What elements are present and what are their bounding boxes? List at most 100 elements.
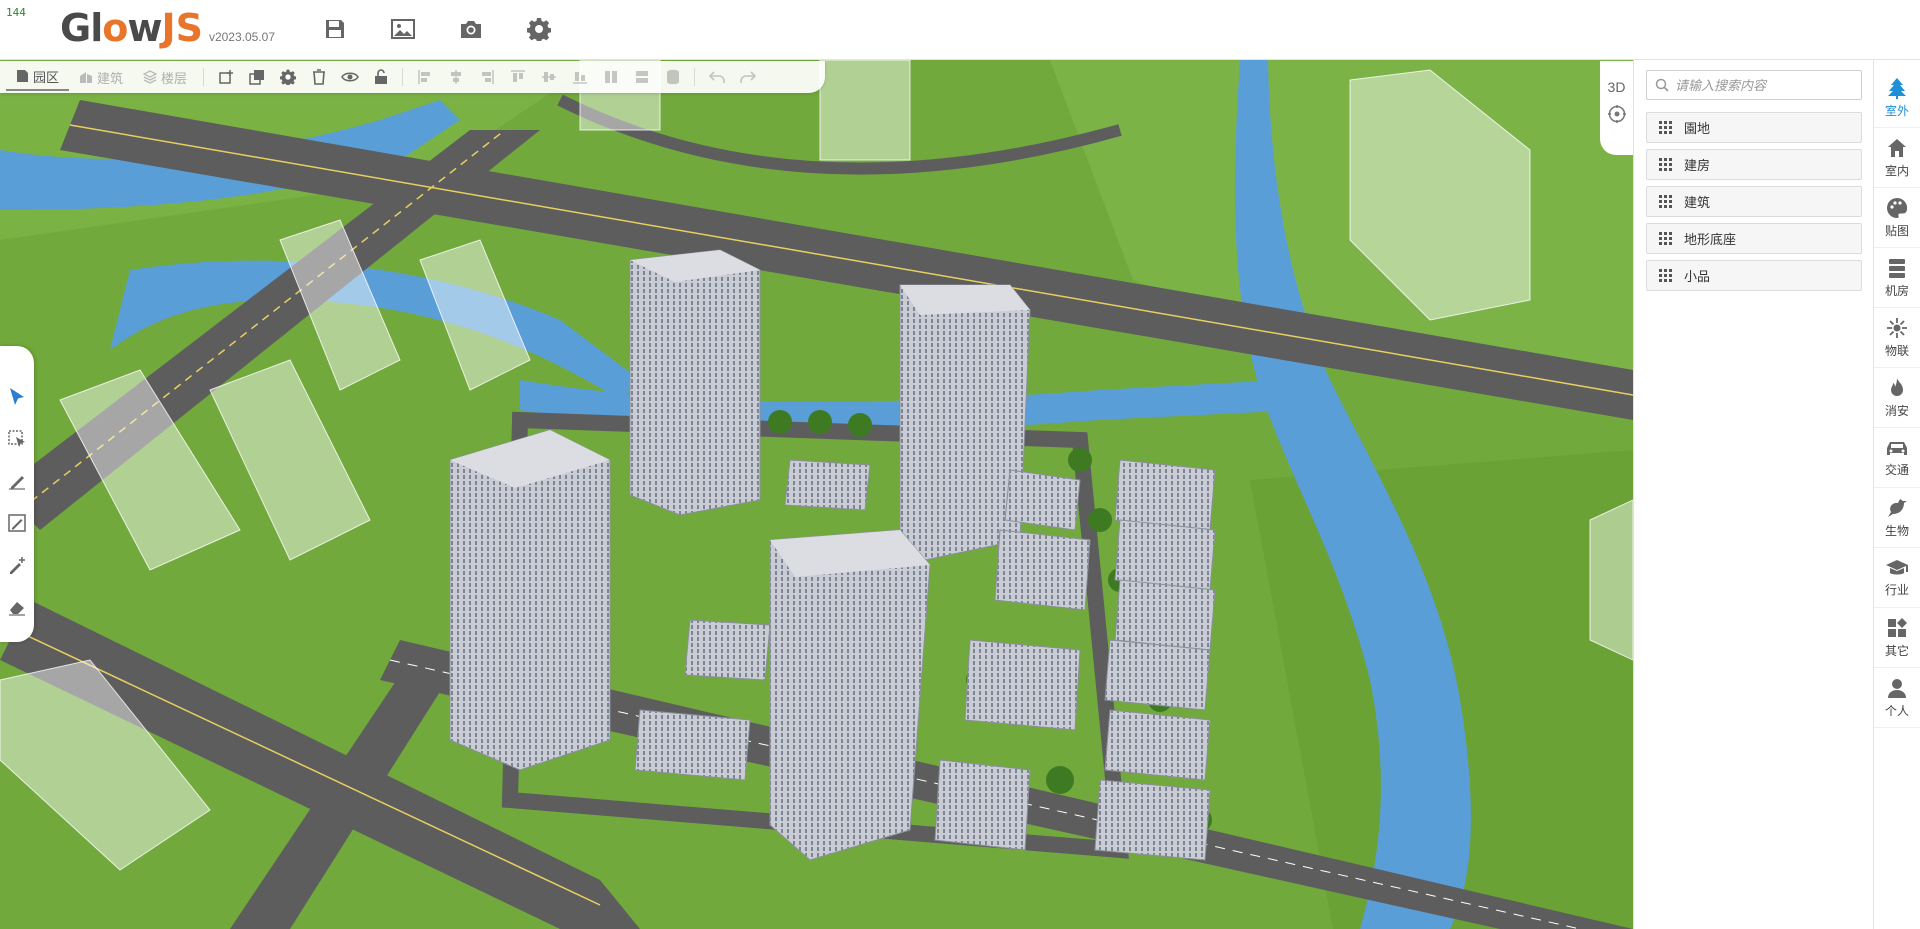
tab-floor[interactable]: 楼层 bbox=[133, 63, 197, 91]
distribute-vertical-button[interactable] bbox=[626, 63, 657, 91]
redo-icon bbox=[739, 71, 756, 83]
category-item[interactable]: 園地 bbox=[1646, 112, 1862, 143]
copy-button[interactable] bbox=[241, 63, 272, 91]
settings-button[interactable] bbox=[522, 14, 556, 44]
database-icon bbox=[666, 69, 679, 85]
user-icon bbox=[1888, 678, 1906, 698]
nav-server-room[interactable]: 机房 bbox=[1873, 248, 1920, 308]
category-item[interactable]: 小品 bbox=[1646, 260, 1862, 291]
align-left-button[interactable] bbox=[409, 63, 440, 91]
draw-line-tool[interactable] bbox=[3, 466, 31, 496]
category-label: 小品 bbox=[1684, 269, 1711, 284]
align-top-button[interactable] bbox=[502, 63, 533, 91]
nav-outdoor-label: 室外 bbox=[1884, 103, 1909, 118]
category-item[interactable]: 建房 bbox=[1646, 149, 1862, 180]
add-point-tool[interactable] bbox=[3, 550, 31, 580]
nav-personal-label: 个人 bbox=[1884, 703, 1909, 718]
align-middle-button[interactable] bbox=[533, 63, 564, 91]
nav-industry[interactable]: 行业 bbox=[1873, 548, 1920, 608]
image-button[interactable] bbox=[386, 14, 420, 44]
nav-outdoor[interactable]: 室外 bbox=[1873, 68, 1920, 128]
iot-icon bbox=[1887, 317, 1907, 338]
document-icon bbox=[17, 70, 28, 82]
nav-creature[interactable]: 生物 bbox=[1873, 488, 1920, 548]
eye-icon bbox=[340, 72, 359, 82]
toolbar-divider bbox=[694, 68, 696, 86]
nav-indoor[interactable]: 室内 bbox=[1873, 128, 1920, 188]
header-toolbar bbox=[318, 14, 556, 44]
align-top-icon bbox=[510, 70, 525, 82]
car-icon bbox=[1887, 441, 1907, 455]
logo-text-o: o bbox=[102, 6, 128, 50]
nav-fire-safety[interactable]: 消安 bbox=[1873, 368, 1920, 428]
visibility-button[interactable] bbox=[334, 63, 365, 91]
palette-icon bbox=[1887, 197, 1908, 218]
nav-texture-label: 贴图 bbox=[1884, 223, 1909, 238]
distribute-vertical-icon bbox=[635, 71, 648, 83]
pen-plus-icon bbox=[10, 557, 25, 574]
nav-other[interactable]: 其它 bbox=[1873, 608, 1920, 668]
align-bottom-button[interactable] bbox=[564, 63, 595, 91]
toolbar-divider bbox=[203, 68, 205, 86]
logo-text-w: w bbox=[127, 6, 162, 50]
undo-button[interactable] bbox=[701, 63, 732, 91]
nav-other-label: 其它 bbox=[1884, 643, 1909, 658]
search-input[interactable] bbox=[1675, 77, 1855, 93]
screenshot-button[interactable] bbox=[454, 14, 488, 44]
nav-iot[interactable]: 物联 bbox=[1873, 308, 1920, 368]
app-version: v2023.05.07 bbox=[208, 30, 276, 44]
compass-icon bbox=[1607, 105, 1626, 123]
align-middle-icon bbox=[541, 72, 556, 82]
compass-button[interactable] bbox=[1606, 103, 1628, 125]
stack-button[interactable] bbox=[657, 63, 688, 91]
scene-toolbar: 园区 建筑 楼层 bbox=[0, 61, 825, 93]
tab-building[interactable]: 建筑 bbox=[69, 63, 133, 91]
box-select-tool[interactable] bbox=[3, 424, 31, 454]
tab-park[interactable]: 园区 bbox=[6, 63, 70, 91]
save-button[interactable] bbox=[318, 14, 352, 44]
view-mode-panel: 3D bbox=[1600, 61, 1633, 155]
eraser-tool[interactable] bbox=[3, 592, 31, 622]
tab-building-label: 建筑 bbox=[97, 70, 124, 86]
align-center-button[interactable] bbox=[440, 63, 471, 91]
logo-text-js: JS bbox=[161, 6, 203, 50]
widgets-icon bbox=[1888, 617, 1907, 637]
add-object-icon bbox=[218, 70, 233, 84]
category-item[interactable]: 建筑 bbox=[1646, 186, 1862, 217]
add-object-button[interactable] bbox=[210, 63, 241, 91]
building-icon bbox=[80, 72, 93, 83]
draw-toolbar bbox=[0, 346, 34, 642]
nav-industry-label: 行业 bbox=[1884, 582, 1909, 597]
nav-iot-label: 物联 bbox=[1884, 343, 1909, 358]
3d-viewport[interactable] bbox=[0, 60, 1633, 929]
pen-line-icon bbox=[9, 476, 25, 490]
nav-indoor-label: 室内 bbox=[1884, 163, 1909, 178]
align-right-button[interactable] bbox=[471, 63, 502, 91]
logo-text-gl: Gl bbox=[60, 6, 103, 50]
grid-icon bbox=[1659, 195, 1672, 208]
grid-icon bbox=[1659, 269, 1672, 282]
redo-button[interactable] bbox=[732, 63, 763, 91]
view-3d-toggle[interactable]: 3D bbox=[1608, 79, 1626, 95]
select-tool[interactable] bbox=[3, 382, 31, 412]
category-list: 園地 建房 建筑 地形底座 小品 bbox=[1646, 112, 1862, 297]
nav-texture[interactable]: 贴图 bbox=[1873, 188, 1920, 248]
distribute-horizontal-button[interactable] bbox=[595, 63, 626, 91]
lock-button[interactable] bbox=[365, 63, 396, 91]
nav-server-room-label: 机房 bbox=[1884, 283, 1909, 298]
save-icon bbox=[326, 20, 344, 38]
nav-traffic[interactable]: 交通 bbox=[1873, 428, 1920, 488]
undo-icon bbox=[708, 71, 725, 83]
grid-icon bbox=[1659, 232, 1672, 245]
graduation-cap-icon bbox=[1886, 559, 1908, 574]
app-header: 144 Gl o w JS v2023.05.07 bbox=[0, 0, 1920, 60]
trash-icon bbox=[312, 69, 325, 85]
nav-traffic-label: 交通 bbox=[1884, 462, 1909, 477]
category-item[interactable]: 地形底座 bbox=[1646, 223, 1862, 254]
toolbar-divider bbox=[402, 68, 404, 86]
delete-button[interactable] bbox=[303, 63, 334, 91]
object-settings-button[interactable] bbox=[272, 63, 303, 91]
nav-personal[interactable]: 个人 bbox=[1873, 668, 1920, 728]
home-icon bbox=[1888, 138, 1906, 157]
draw-area-tool[interactable] bbox=[3, 508, 31, 538]
